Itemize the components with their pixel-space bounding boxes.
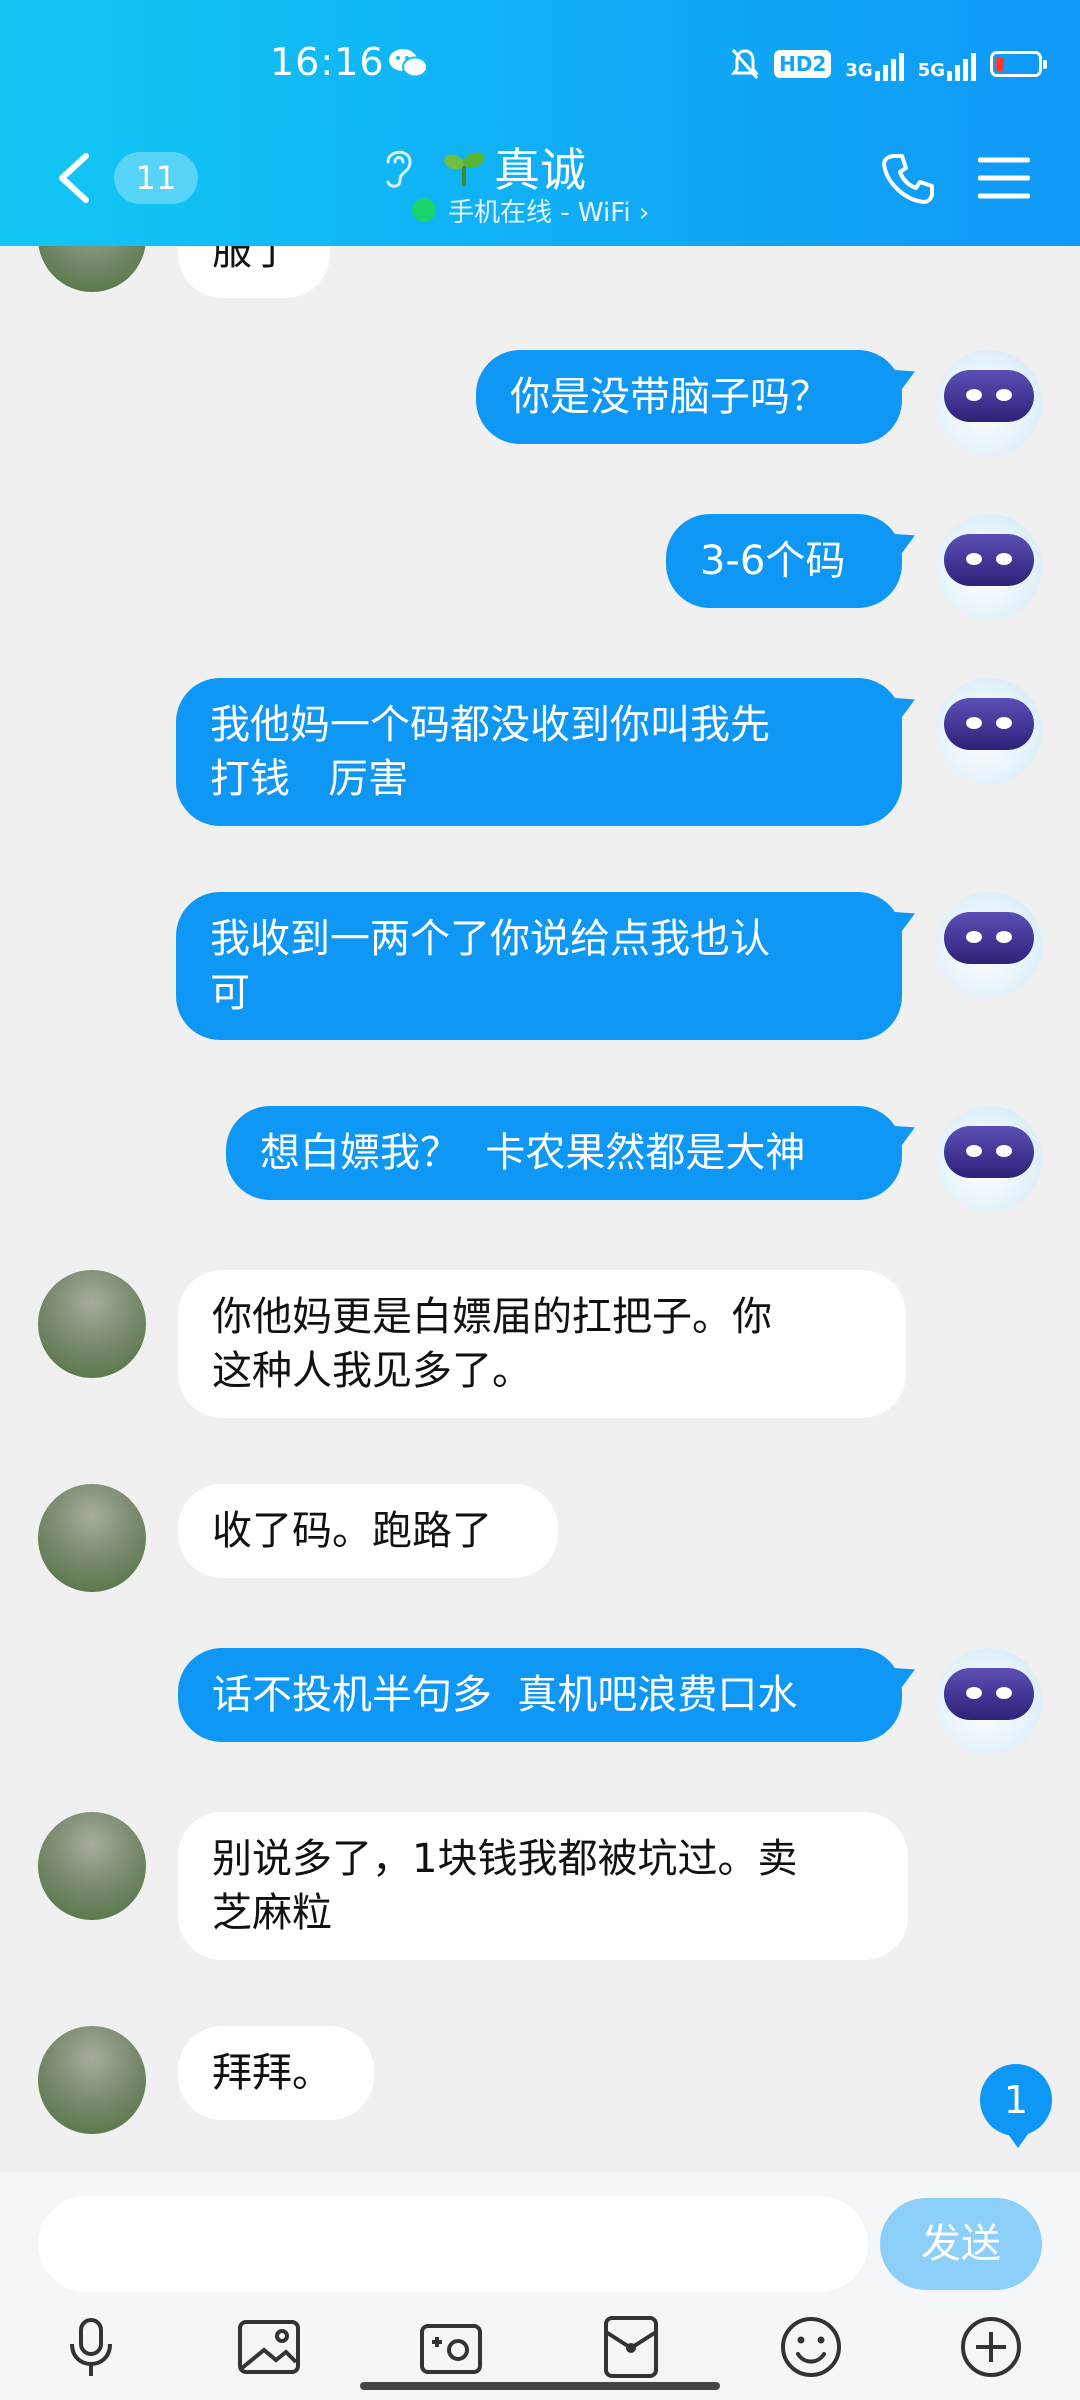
chat-header: 16:16 HD2 3G 5G 11 真诚 手机在线 - WiFi ›	[0, 0, 1080, 246]
send-button[interactable]: 发送	[880, 2198, 1042, 2290]
message-bubble-out[interactable]: 想白嫖我？ 卡农果然都是大神	[226, 1106, 902, 1200]
message-bubble-out[interactable]: 你是没带脑子吗？	[476, 350, 902, 444]
my-avatar[interactable]	[936, 678, 1042, 784]
emoji-icon[interactable]	[776, 2312, 846, 2382]
online-status-dot	[412, 198, 436, 222]
camera-icon[interactable]	[416, 2312, 486, 2382]
unread-count-badge[interactable]: 11	[114, 152, 198, 204]
new-message-badge[interactable]: 1	[980, 2064, 1052, 2148]
message-bubble-out[interactable]: 我他妈一个码都没收到你叫我先 打钱 厉害	[176, 678, 902, 826]
message-bubble-in[interactable]: 拜拜。	[178, 2026, 374, 2120]
signal-3g-icon: 3G	[845, 47, 904, 81]
contact-avatar[interactable]	[38, 246, 146, 292]
phone-icon[interactable]	[880, 150, 936, 206]
message-bubble-in[interactable]: 收了码。跑路了	[178, 1484, 558, 1578]
home-indicator[interactable]	[360, 2382, 720, 2390]
contact-avatar[interactable]	[38, 1484, 146, 1592]
message-bubble-in[interactable]: 别说多了，1块钱我都被坑过。卖 芝麻粒	[178, 1812, 908, 1960]
image-icon[interactable]	[234, 2312, 304, 2382]
contact-avatar[interactable]	[38, 1812, 146, 1920]
back-chevron-icon[interactable]	[50, 148, 100, 208]
message-list[interactable]: 服了 你是没带脑子吗？ 3-6个码 我他妈一个码都没收到你叫我先 打钱 厉害 我…	[0, 246, 1080, 2172]
input-bar: 发送	[0, 2172, 1080, 2400]
net-label-5g: 5G	[917, 60, 945, 81]
my-avatar[interactable]	[936, 892, 1042, 998]
signal-5g-icon: 5G	[918, 47, 976, 81]
ear-icon[interactable]	[380, 144, 416, 192]
plus-icon[interactable]	[956, 2312, 1026, 2382]
my-avatar[interactable]	[936, 1106, 1042, 1212]
menu-icon[interactable]	[978, 156, 1030, 200]
message-bubble-out[interactable]: 3-6个码	[666, 514, 902, 608]
sprout-icon	[444, 152, 485, 186]
message-bubble-out[interactable]: 我收到一两个了你说给点我也认 可	[176, 892, 902, 1040]
status-icons: HD2 3G 5G	[730, 44, 1047, 84]
red-packet-icon[interactable]	[596, 2312, 666, 2382]
my-avatar[interactable]	[936, 350, 1042, 456]
contact-name[interactable]: 真诚	[494, 134, 586, 200]
online-status-text[interactable]: 手机在线 - WiFi ›	[448, 192, 649, 229]
hd-voice-badge: HD2	[774, 50, 832, 78]
message-bubble-in[interactable]: 服了	[178, 246, 330, 298]
message-bubble-out[interactable]: 话不投机半句多 真机吧浪费口水	[178, 1648, 902, 1742]
my-avatar[interactable]	[936, 1648, 1042, 1754]
net-label-3g: 3G	[845, 60, 873, 81]
contact-avatar[interactable]	[38, 2026, 146, 2134]
wechat-notification-icon	[389, 49, 428, 78]
input-toolbar	[0, 2312, 1080, 2382]
mute-bell-icon	[731, 49, 760, 79]
contact-avatar[interactable]	[38, 1270, 146, 1378]
message-bubble-in[interactable]: 你他妈更是白嫖届的扛把子。你 这种人我见多了。	[178, 1270, 906, 1418]
my-avatar[interactable]	[936, 514, 1042, 620]
battery-icon	[990, 51, 1047, 77]
status-time: 16:16	[270, 40, 385, 84]
message-input[interactable]	[38, 2196, 868, 2292]
microphone-icon[interactable]	[56, 2312, 126, 2382]
